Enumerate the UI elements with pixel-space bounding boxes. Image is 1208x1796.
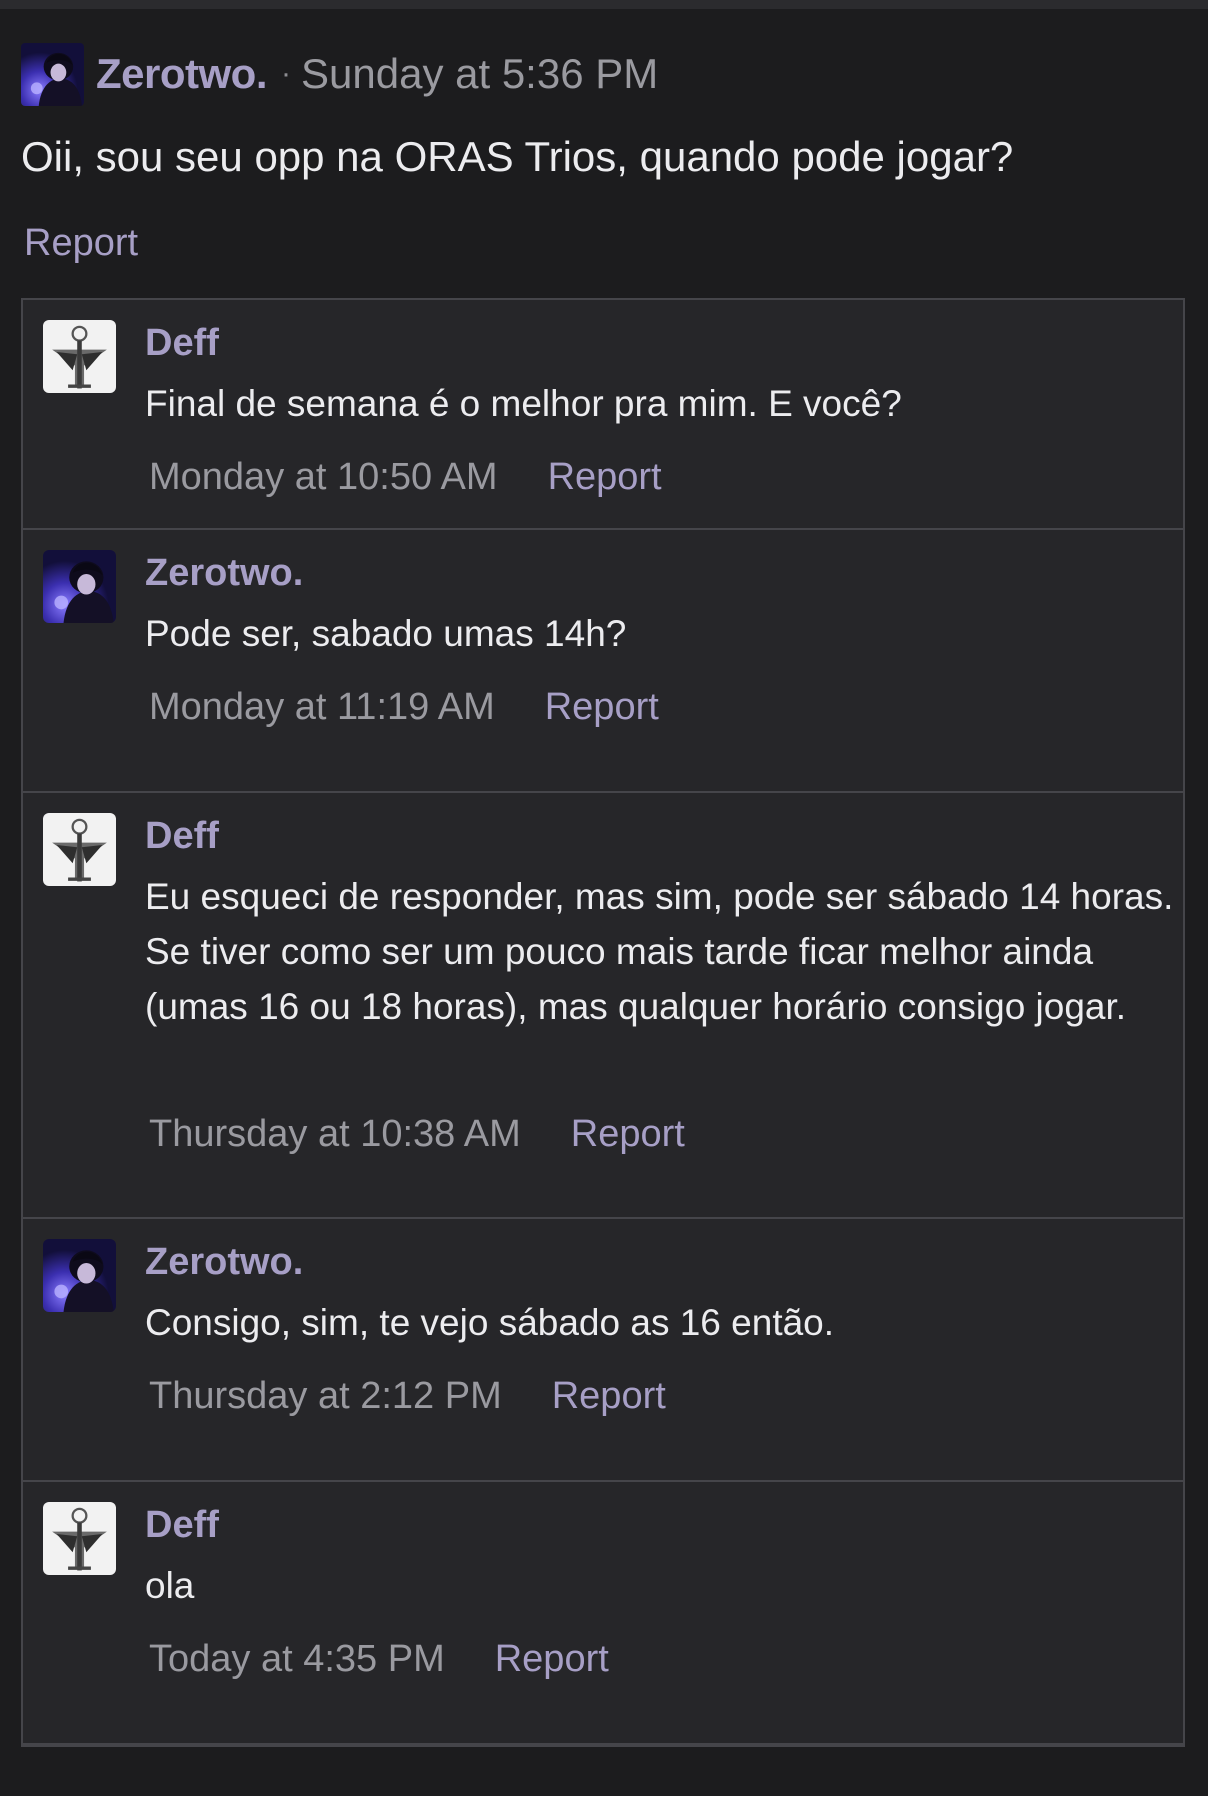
reply-author[interactable]: Deff <box>145 815 219 858</box>
reply-author[interactable]: Deff <box>145 1504 219 1547</box>
post-time[interactable]: Sunday at 5:36 PM <box>301 50 658 98</box>
avatar[interactable] <box>43 550 116 623</box>
reply-meta: Thursday at 2:12 PM Report <box>149 1375 666 1418</box>
reply-time[interactable]: Thursday at 2:12 PM <box>149 1375 502 1418</box>
reply-item: Zerotwo. Consigo, sim, te vejo sábado as… <box>23 1219 1183 1482</box>
post-header: Zerotwo. · Sunday at 5:36 PM <box>21 42 658 106</box>
reply-item: Deff ola Today at 4:35 PM Report <box>23 1482 1183 1745</box>
avatar[interactable] <box>21 42 84 106</box>
replies-list: Deff Final de semana é o melhor pra mim.… <box>21 298 1185 1747</box>
top-bar <box>0 0 1208 9</box>
avatar[interactable] <box>43 320 116 393</box>
reply-report-link[interactable]: Report <box>552 1375 666 1418</box>
reply-meta: Thursday at 10:38 AM Report <box>149 1113 685 1156</box>
reply-text: ola <box>145 1565 195 1606</box>
post-author[interactable]: Zerotwo. <box>96 50 268 98</box>
post-body: Oii, sou seu opp na ORAS Trios, quando p… <box>21 133 1014 180</box>
reply-report-link[interactable]: Report <box>545 686 659 729</box>
reply-time[interactable]: Today at 4:35 PM <box>149 1638 445 1681</box>
separator: · <box>281 57 291 90</box>
avatar[interactable] <box>43 1502 116 1575</box>
reply-meta: Monday at 11:19 AM Report <box>149 686 659 729</box>
reply-item: Deff Final de semana é o melhor pra mim.… <box>23 300 1183 530</box>
deff-avatar-image <box>43 320 116 393</box>
reply-report-link[interactable]: Report <box>548 456 662 499</box>
deff-avatar-image <box>43 813 116 886</box>
reply-author[interactable]: Deff <box>145 322 219 365</box>
reply-time[interactable]: Monday at 10:50 AM <box>149 456 498 499</box>
zerotwo-avatar-image <box>43 1239 116 1312</box>
avatar[interactable] <box>43 813 116 886</box>
reply-text: Consigo, sim, te vejo sábado as 16 então… <box>145 1302 835 1343</box>
post-report-link[interactable]: Report <box>24 222 138 265</box>
reply-time[interactable]: Monday at 11:19 AM <box>149 686 495 729</box>
reply-report-link[interactable]: Report <box>571 1113 685 1156</box>
reply-item: Deff Eu esqueci de responder, mas sim, p… <box>23 793 1183 1219</box>
zerotwo-avatar-image <box>43 550 116 623</box>
reply-report-link[interactable]: Report <box>495 1638 609 1681</box>
reply-author[interactable]: Zerotwo. <box>145 552 303 595</box>
deff-avatar-image <box>43 1502 116 1575</box>
reply-text: Final de semana é o melhor pra mim. E vo… <box>145 383 902 424</box>
reply-item: Zerotwo. Pode ser, sabado umas 14h? Mond… <box>23 530 1183 793</box>
zerotwo-avatar-image <box>21 42 84 106</box>
avatar[interactable] <box>43 1239 116 1312</box>
reply-author[interactable]: Zerotwo. <box>145 1241 303 1284</box>
reply-meta: Monday at 10:50 AM Report <box>149 456 662 499</box>
reply-text: Eu esqueci de responder, mas sim, pode s… <box>145 876 1174 1027</box>
reply-meta: Today at 4:35 PM Report <box>149 1638 609 1681</box>
reply-text: Pode ser, sabado umas 14h? <box>145 613 627 654</box>
reply-time[interactable]: Thursday at 10:38 AM <box>149 1113 521 1156</box>
